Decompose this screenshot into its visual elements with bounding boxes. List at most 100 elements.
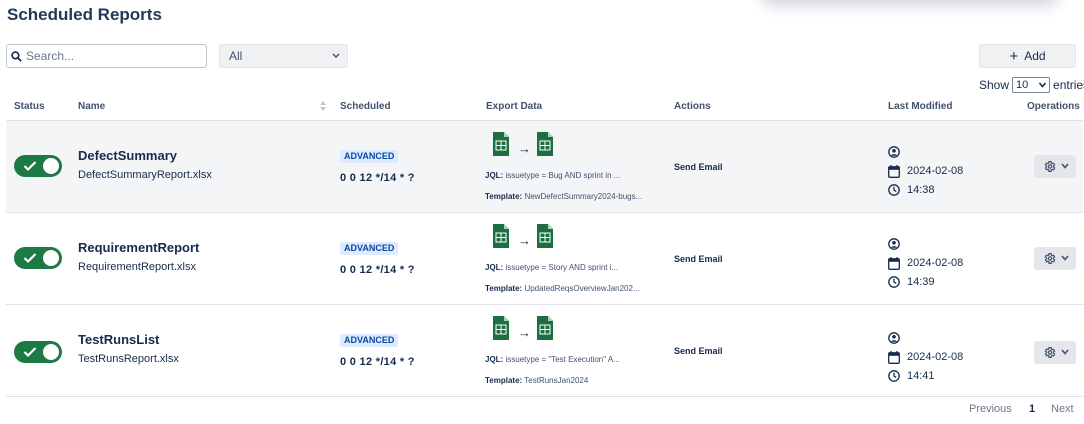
- page-title: Scheduled Reports: [7, 5, 162, 24]
- excel-file-icon: [493, 132, 509, 156]
- arrow-right-icon: →: [518, 325, 531, 340]
- action-send-email: Send Email: [674, 162, 723, 172]
- excel-file-icon: [537, 224, 553, 248]
- jql-value: issuetype = Story AND sprint i...: [505, 263, 619, 272]
- table-row: DefectSummary DefectSummaryReport.xlsx A…: [6, 121, 1083, 213]
- jql-query: JQL: issuetype = Bug AND sprint in ...: [485, 171, 620, 180]
- pagination-next[interactable]: Next: [1051, 403, 1074, 415]
- entries-select[interactable]: 10: [1012, 77, 1051, 93]
- chevron-down-icon: [1061, 255, 1069, 261]
- clock-icon: [888, 370, 900, 382]
- modified-date: 2024-02-08: [907, 351, 964, 363]
- jql-query: JQL: issuetype = Story AND sprint i...: [485, 263, 618, 272]
- modified-time: 14:39: [907, 276, 935, 288]
- operations-menu-button[interactable]: [1034, 155, 1076, 178]
- jql-label: JQL:: [485, 355, 504, 364]
- pagination-page-1[interactable]: 1: [1029, 403, 1035, 415]
- report-name[interactable]: DefectSummary: [78, 148, 177, 163]
- operations-menu-button[interactable]: [1034, 341, 1076, 364]
- column-header-status[interactable]: Status: [14, 101, 45, 112]
- search-input[interactable]: [26, 49, 196, 63]
- excel-file-icon: [493, 316, 509, 340]
- filter-select[interactable]: All: [219, 44, 348, 68]
- check-icon: [23, 161, 37, 172]
- modified-date: 2024-02-08: [907, 165, 964, 177]
- calendar-icon: [888, 351, 900, 364]
- report-filename: DefectSummaryReport.xlsx: [78, 169, 212, 181]
- template-name: Template: TestRunsJan2024: [485, 376, 588, 385]
- filter-select-value: All: [229, 49, 243, 63]
- chevron-down-icon: [1061, 163, 1069, 169]
- jql-query: JQL: issuetype = "Test Execution" A...: [485, 355, 620, 364]
- toggle-knob: [43, 344, 59, 360]
- check-icon: [23, 253, 37, 264]
- column-header-export-data[interactable]: Export Data: [486, 101, 542, 112]
- gear-icon: [1044, 347, 1056, 358]
- sort-icon[interactable]: [319, 100, 327, 112]
- report-name[interactable]: TestRunsList: [78, 332, 159, 347]
- user-icon: [888, 238, 900, 250]
- chevron-down-icon: [332, 53, 340, 59]
- gear-icon: [1044, 161, 1056, 172]
- search-field[interactable]: [6, 44, 207, 68]
- status-toggle[interactable]: [14, 247, 62, 269]
- entries-select-value: 10: [1016, 79, 1029, 91]
- table-row: TestRunsList TestRunsReport.xlsx ADVANCE…: [6, 305, 1083, 397]
- search-icon: [11, 50, 22, 62]
- modified-date: 2024-02-08: [907, 257, 964, 269]
- schedule-type-badge: ADVANCED: [340, 242, 399, 255]
- jql-value: issuetype = Bug AND sprint in ...: [505, 171, 621, 180]
- toggle-knob: [43, 250, 59, 266]
- excel-file-icon: [537, 132, 553, 156]
- show-label: Show: [979, 78, 1010, 92]
- check-icon: [23, 347, 37, 358]
- pagination-previous[interactable]: Previous: [969, 403, 1012, 415]
- schedule-type-badge: ADVANCED: [340, 334, 399, 347]
- modified-time: 14:38: [907, 184, 935, 196]
- report-name[interactable]: RequirementReport: [78, 240, 199, 255]
- report-filename: RequirementReport.xlsx: [78, 261, 196, 273]
- status-toggle[interactable]: [14, 341, 62, 363]
- template-value: UpdatedReqsOverviewJan202...: [524, 284, 640, 293]
- clock-icon: [888, 184, 900, 196]
- column-header-operations: Operations: [1027, 101, 1080, 112]
- entries-label: entries: [1053, 78, 1084, 92]
- table-row: RequirementReport RequirementReport.xlsx…: [6, 213, 1083, 305]
- excel-file-icon: [493, 224, 509, 248]
- template-value: TestRunsJan2024: [524, 376, 589, 385]
- cron-expression: 0 0 12 */14 * ?: [340, 264, 415, 276]
- schedule-type-badge: ADVANCED: [340, 150, 399, 163]
- column-header-actions[interactable]: Actions: [674, 101, 711, 112]
- operations-menu-button[interactable]: [1034, 247, 1076, 270]
- action-send-email: Send Email: [674, 346, 723, 356]
- entries-control: Show 10 entries: [979, 77, 1084, 93]
- column-header-scheduled[interactable]: Scheduled: [340, 101, 391, 112]
- modified-time: 14:41: [907, 370, 935, 382]
- add-button-label: Add: [1024, 49, 1046, 63]
- template-name: Template: NewDefectSummary2024-bugs...: [485, 192, 642, 201]
- arrow-right-icon: →: [518, 141, 531, 156]
- jql-label: JQL:: [485, 263, 504, 272]
- cron-expression: 0 0 12 */14 * ?: [340, 172, 415, 184]
- calendar-icon: [888, 165, 900, 178]
- action-send-email: Send Email: [674, 254, 723, 264]
- gear-icon: [1044, 253, 1056, 264]
- column-header-name[interactable]: Name: [78, 101, 105, 112]
- template-name: Template: UpdatedReqsOverviewJan202...: [485, 284, 640, 293]
- add-button[interactable]: + Add: [979, 44, 1076, 68]
- toggle-knob: [43, 158, 59, 174]
- user-icon: [888, 332, 900, 344]
- excel-file-icon: [537, 316, 553, 340]
- status-toggle[interactable]: [14, 155, 62, 177]
- column-header-last-modified[interactable]: Last Modified: [888, 101, 952, 112]
- chevron-down-icon: [1038, 82, 1047, 88]
- calendar-icon: [888, 257, 900, 270]
- arrow-right-icon: →: [518, 233, 531, 248]
- template-label: Template:: [485, 376, 523, 385]
- template-label: Template:: [485, 284, 523, 293]
- report-filename: TestRunsReport.xlsx: [78, 353, 179, 365]
- jql-label: JQL:: [485, 171, 504, 180]
- cron-expression: 0 0 12 */14 * ?: [340, 356, 415, 368]
- jql-value: issuetype = "Test Execution" A...: [505, 355, 620, 364]
- user-icon: [888, 146, 900, 158]
